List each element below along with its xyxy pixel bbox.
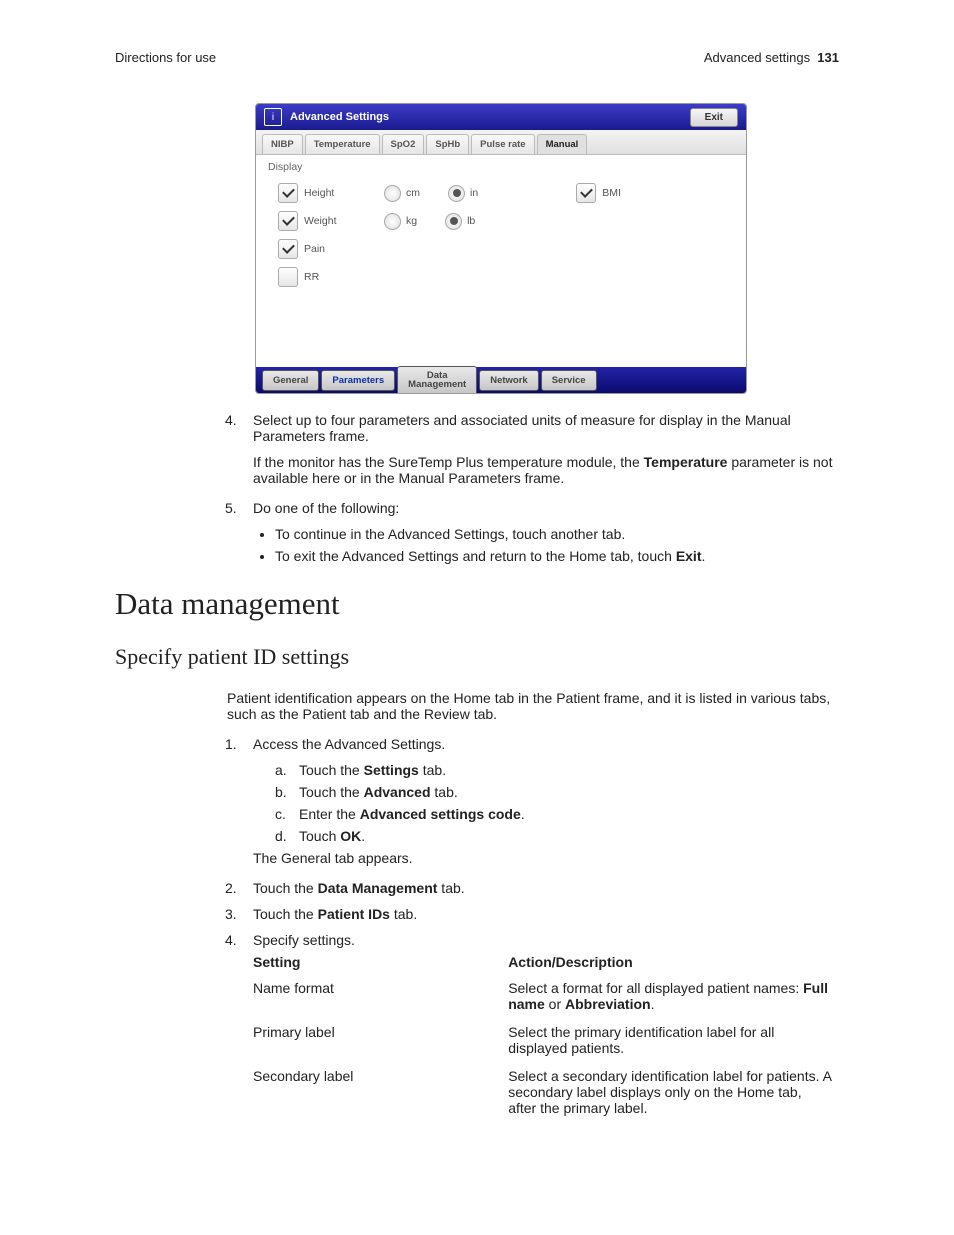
parameter-tabs: NIBP Temperature SpO2 SpHb Pulse rate Ma… — [256, 130, 746, 155]
tab-temperature[interactable]: Temperature — [305, 134, 380, 154]
heading-data-management: Data management — [115, 586, 839, 622]
row-height: Height cm in BMI — [268, 179, 734, 207]
step-2: 2. Touch the Data Management tab. — [225, 880, 839, 896]
height-unit-cm-label: cm — [406, 187, 420, 199]
col-action: Action/Description — [508, 950, 833, 974]
section-label: Display — [268, 161, 734, 173]
tab-pulse-rate[interactable]: Pulse rate — [471, 134, 534, 154]
rr-label: RR — [304, 271, 350, 283]
pain-label: Pain — [304, 243, 350, 255]
device-logo-icon: i — [264, 108, 282, 126]
weight-unit-lb-label: lb — [467, 215, 475, 227]
step-5: 5. Do one of the following: — [225, 500, 839, 516]
rr-checkbox[interactable] — [278, 267, 298, 287]
bmi-checkbox[interactable] — [576, 183, 596, 203]
runhead-right: Advanced settings 131 — [704, 50, 839, 65]
row-primary-label: Primary label Select the primary identif… — [253, 1018, 833, 1062]
screenshot-titlebar: i Advanced Settings Exit — [256, 104, 746, 130]
tab-spo2[interactable]: SpO2 — [382, 134, 425, 154]
settings-table: Setting Action/Description Name format S… — [253, 950, 833, 1122]
footer-tab-general[interactable]: General — [262, 370, 319, 391]
footer-tabs: General Parameters Data Management Netwo… — [256, 367, 746, 393]
step-4-note: If the monitor has the SureTemp Plus tem… — [253, 454, 839, 486]
bullet-continue: To continue in the Advanced Settings, to… — [275, 526, 839, 542]
footer-tab-parameters[interactable]: Parameters — [321, 370, 395, 391]
step-5-bullets: To continue in the Advanced Settings, to… — [275, 526, 839, 564]
weight-label: Weight — [304, 215, 350, 227]
col-setting: Setting — [253, 950, 508, 974]
row-pain: Pain — [268, 235, 734, 263]
running-header: Directions for use Advanced settings 131 — [115, 50, 839, 65]
pain-checkbox[interactable] — [278, 239, 298, 259]
footer-tab-data-management[interactable]: Data Management — [397, 366, 477, 395]
runhead-left: Directions for use — [115, 50, 216, 65]
height-label: Height — [304, 187, 350, 199]
substep-a: a.Touch the Settings tab. — [275, 762, 839, 778]
weight-checkbox[interactable] — [278, 211, 298, 231]
height-unit-cm-radio[interactable] — [384, 185, 401, 202]
exit-button[interactable]: Exit — [690, 108, 738, 127]
step-4b: 4. Specify settings. — [225, 932, 839, 948]
height-unit-in-label: in — [470, 187, 478, 199]
bmi-label: BMI — [602, 187, 621, 199]
footer-tab-network[interactable]: Network — [479, 370, 538, 391]
substep-c: c.Enter the Advanced settings code. — [275, 806, 839, 822]
step-1-tail: The General tab appears. — [253, 850, 839, 866]
bullet-exit: To exit the Advanced Settings and return… — [275, 548, 839, 564]
substep-b: b.Touch the Advanced tab. — [275, 784, 839, 800]
row-rr: RR — [268, 263, 734, 291]
row-secondary-label: Secondary label Select a secondary ident… — [253, 1062, 833, 1122]
tab-manual[interactable]: Manual — [537, 134, 588, 154]
step-3: 3. Touch the Patient IDs tab. — [225, 906, 839, 922]
tab-sphb[interactable]: SpHb — [426, 134, 469, 154]
row-weight: Weight kg lb — [268, 207, 734, 235]
height-checkbox[interactable] — [278, 183, 298, 203]
height-unit-in-radio[interactable] — [448, 185, 465, 202]
weight-unit-kg-label: kg — [406, 215, 417, 227]
step-1-substeps: a.Touch the Settings tab. b.Touch the Ad… — [275, 762, 839, 844]
footer-tab-service[interactable]: Service — [541, 370, 597, 391]
substep-d: d.Touch OK. — [275, 828, 839, 844]
intro-paragraph: Patient identification appears on the Ho… — [227, 690, 839, 722]
row-name-format: Name format Select a format for all disp… — [253, 974, 833, 1018]
weight-unit-lb-radio[interactable] — [445, 213, 462, 230]
step-4: 4. Select up to four parameters and asso… — [225, 412, 839, 444]
device-screenshot: i Advanced Settings Exit NIBP Temperatur… — [255, 103, 747, 394]
heading-specify-patient-id: Specify patient ID settings — [115, 644, 839, 670]
screenshot-title: Advanced Settings — [290, 111, 389, 123]
step-1: 1. Access the Advanced Settings. — [225, 736, 839, 752]
weight-unit-kg-radio[interactable] — [384, 213, 401, 230]
tab-nibp[interactable]: NIBP — [262, 134, 303, 154]
